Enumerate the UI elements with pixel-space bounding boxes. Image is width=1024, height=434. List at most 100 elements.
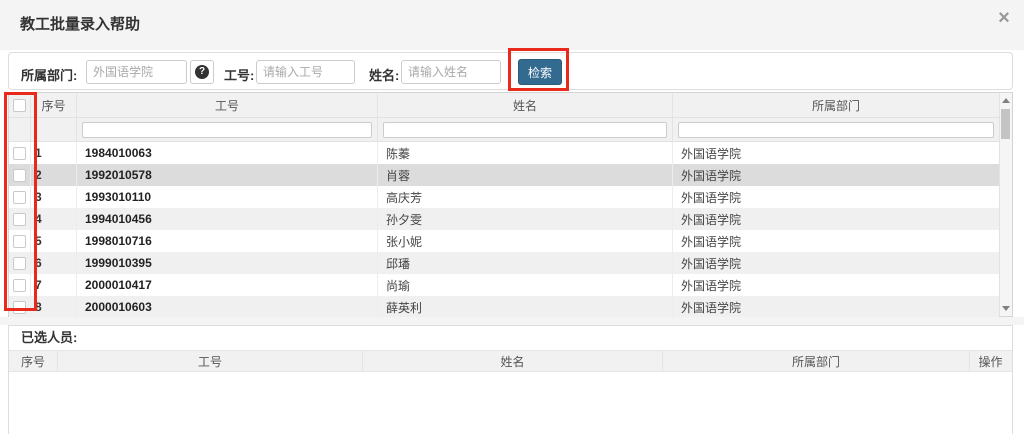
table-row[interactable]: 21992010578肖蓉外国语学院 — [9, 164, 999, 186]
name-label: 姓名: — [369, 65, 399, 84]
name-input[interactable] — [401, 60, 501, 84]
row-checkbox-cell — [9, 208, 31, 230]
filter-cell-dept — [673, 118, 999, 141]
column-header-name: 姓名 — [378, 93, 673, 117]
cell-name: 陈蓁 — [378, 142, 673, 164]
staff-id-label: 工号: — [224, 65, 254, 84]
selected-column-staff-id: 工号 — [58, 351, 363, 371]
table-row[interactable]: 11984010063陈蓁外国语学院 — [9, 142, 999, 164]
row-checkbox-cell — [9, 230, 31, 252]
cell-seq: 4 — [31, 208, 77, 230]
staff-table-body: 11984010063陈蓁外国语学院21992010578肖蓉外国语学院3199… — [9, 142, 1012, 318]
cell-name: 孙夕雯 — [378, 208, 673, 230]
cell-staff-id: 1994010456 — [77, 208, 378, 230]
cell-staff-id: 1984010063 — [77, 142, 378, 164]
table-row[interactable]: 31993010110高庆芳外国语学院 — [9, 186, 999, 208]
scroll-down-icon[interactable] — [1002, 306, 1010, 311]
row-checkbox[interactable] — [13, 147, 26, 160]
row-checkbox[interactable] — [13, 191, 26, 204]
panel-gap — [0, 317, 1024, 325]
cell-staff-id: 1999010395 — [77, 252, 378, 274]
cell-seq: 6 — [31, 252, 77, 274]
staff-table: 序号 工号 姓名 所属部门 11984010063陈蓁外国语学院21992010… — [8, 92, 1013, 317]
cell-name: 尚瑜 — [378, 274, 673, 296]
cell-staff-id: 2000010603 — [77, 296, 378, 318]
row-checkbox[interactable] — [13, 235, 26, 248]
cell-name: 张小妮 — [378, 230, 673, 252]
row-checkbox[interactable] — [13, 213, 26, 226]
table-row[interactable]: 51998010716张小妮外国语学院 — [9, 230, 999, 252]
row-checkbox-cell — [9, 142, 31, 164]
cell-dept: 外国语学院 — [673, 208, 999, 230]
selected-column-name: 姓名 — [363, 351, 663, 371]
row-checkbox-cell — [9, 296, 31, 318]
select-all-checkbox[interactable] — [13, 99, 26, 112]
row-checkbox[interactable] — [13, 257, 26, 270]
question-icon: ? — [195, 65, 209, 79]
staff-table-header: 序号 工号 姓名 所属部门 — [9, 93, 999, 118]
row-checkbox-cell — [9, 252, 31, 274]
cell-dept: 外国语学院 — [673, 142, 999, 164]
cell-staff-id: 1993010110 — [77, 186, 378, 208]
cell-seq: 5 — [31, 230, 77, 252]
row-checkbox[interactable] — [13, 279, 26, 292]
selected-column-seq: 序号 — [9, 351, 58, 371]
selected-table-header: 序号 工号 姓名 所属部门 操作 — [9, 350, 1012, 372]
cell-seq: 8 — [31, 296, 77, 318]
search-button[interactable]: 检索 — [518, 59, 562, 85]
select-all-cell — [9, 93, 31, 117]
filter-bar: 所属部门: ? 工号: 姓名: 检索 — [8, 52, 1013, 90]
cell-dept: 外国语学院 — [673, 274, 999, 296]
row-checkbox[interactable] — [13, 169, 26, 182]
selected-personnel-title: 已选人员: — [9, 326, 1012, 350]
row-checkbox-cell — [9, 186, 31, 208]
department-input[interactable] — [86, 60, 187, 84]
page-title: 教工批量录入帮助 — [20, 13, 140, 34]
staff-table-filter-row — [9, 118, 999, 142]
dept-column-filter-input[interactable] — [678, 122, 994, 138]
filter-cell-staff-id — [77, 118, 378, 141]
table-row[interactable]: 41994010456孙夕雯外国语学院 — [9, 208, 999, 230]
cell-dept: 外国语学院 — [673, 296, 999, 318]
cell-dept: 外国语学院 — [673, 230, 999, 252]
department-label: 所属部门: — [21, 65, 77, 84]
help-button[interactable]: ? — [190, 60, 214, 84]
table-row[interactable]: 72000010417尚瑜外国语学院 — [9, 274, 999, 296]
cell-name: 高庆芳 — [378, 186, 673, 208]
row-checkbox-cell — [9, 164, 31, 186]
cell-seq: 7 — [31, 274, 77, 296]
cell-staff-id: 1992010578 — [77, 164, 378, 186]
cell-seq: 2 — [31, 164, 77, 186]
scrollbar-thumb[interactable] — [1001, 109, 1010, 139]
cell-staff-id: 1998010716 — [77, 230, 378, 252]
cell-dept: 外国语学院 — [673, 164, 999, 186]
selected-column-dept: 所属部门 — [663, 351, 970, 371]
cell-staff-id: 2000010417 — [77, 274, 378, 296]
staff-id-column-filter-input[interactable] — [82, 122, 372, 138]
cell-dept: 外国语学院 — [673, 252, 999, 274]
filter-cell-name — [378, 118, 673, 141]
scroll-up-icon[interactable] — [1002, 98, 1010, 103]
name-column-filter-input[interactable] — [383, 122, 667, 138]
table-row[interactable]: 61999010395邱璠外国语学院 — [9, 252, 999, 274]
selected-table-body — [9, 372, 1012, 433]
selected-personnel-panel: 已选人员: 序号 工号 姓名 所属部门 操作 — [8, 325, 1013, 434]
row-checkbox[interactable] — [13, 301, 26, 314]
vertical-scrollbar[interactable] — [999, 93, 1012, 316]
table-row[interactable]: 82000010603薛英利外国语学院 — [9, 296, 999, 318]
cell-seq: 3 — [31, 186, 77, 208]
cell-seq: 1 — [31, 142, 77, 164]
filter-cell-empty — [9, 118, 31, 141]
close-icon[interactable]: × — [992, 6, 1016, 30]
cell-name: 邱璠 — [378, 252, 673, 274]
staff-id-input[interactable] — [256, 60, 355, 84]
column-header-staff-id: 工号 — [77, 93, 378, 117]
staff-batch-entry-dialog: 教工批量录入帮助 × 所属部门: ? 工号: 姓名: 检索 序号 工号 姓名 所… — [0, 0, 1024, 434]
dialog-header: 教工批量录入帮助 × — [0, 0, 1024, 50]
cell-name: 薛英利 — [378, 296, 673, 318]
row-checkbox-cell — [9, 274, 31, 296]
cell-name: 肖蓉 — [378, 164, 673, 186]
column-header-seq: 序号 — [31, 93, 77, 117]
cell-dept: 外国语学院 — [673, 186, 999, 208]
selected-column-action: 操作 — [970, 351, 1011, 371]
